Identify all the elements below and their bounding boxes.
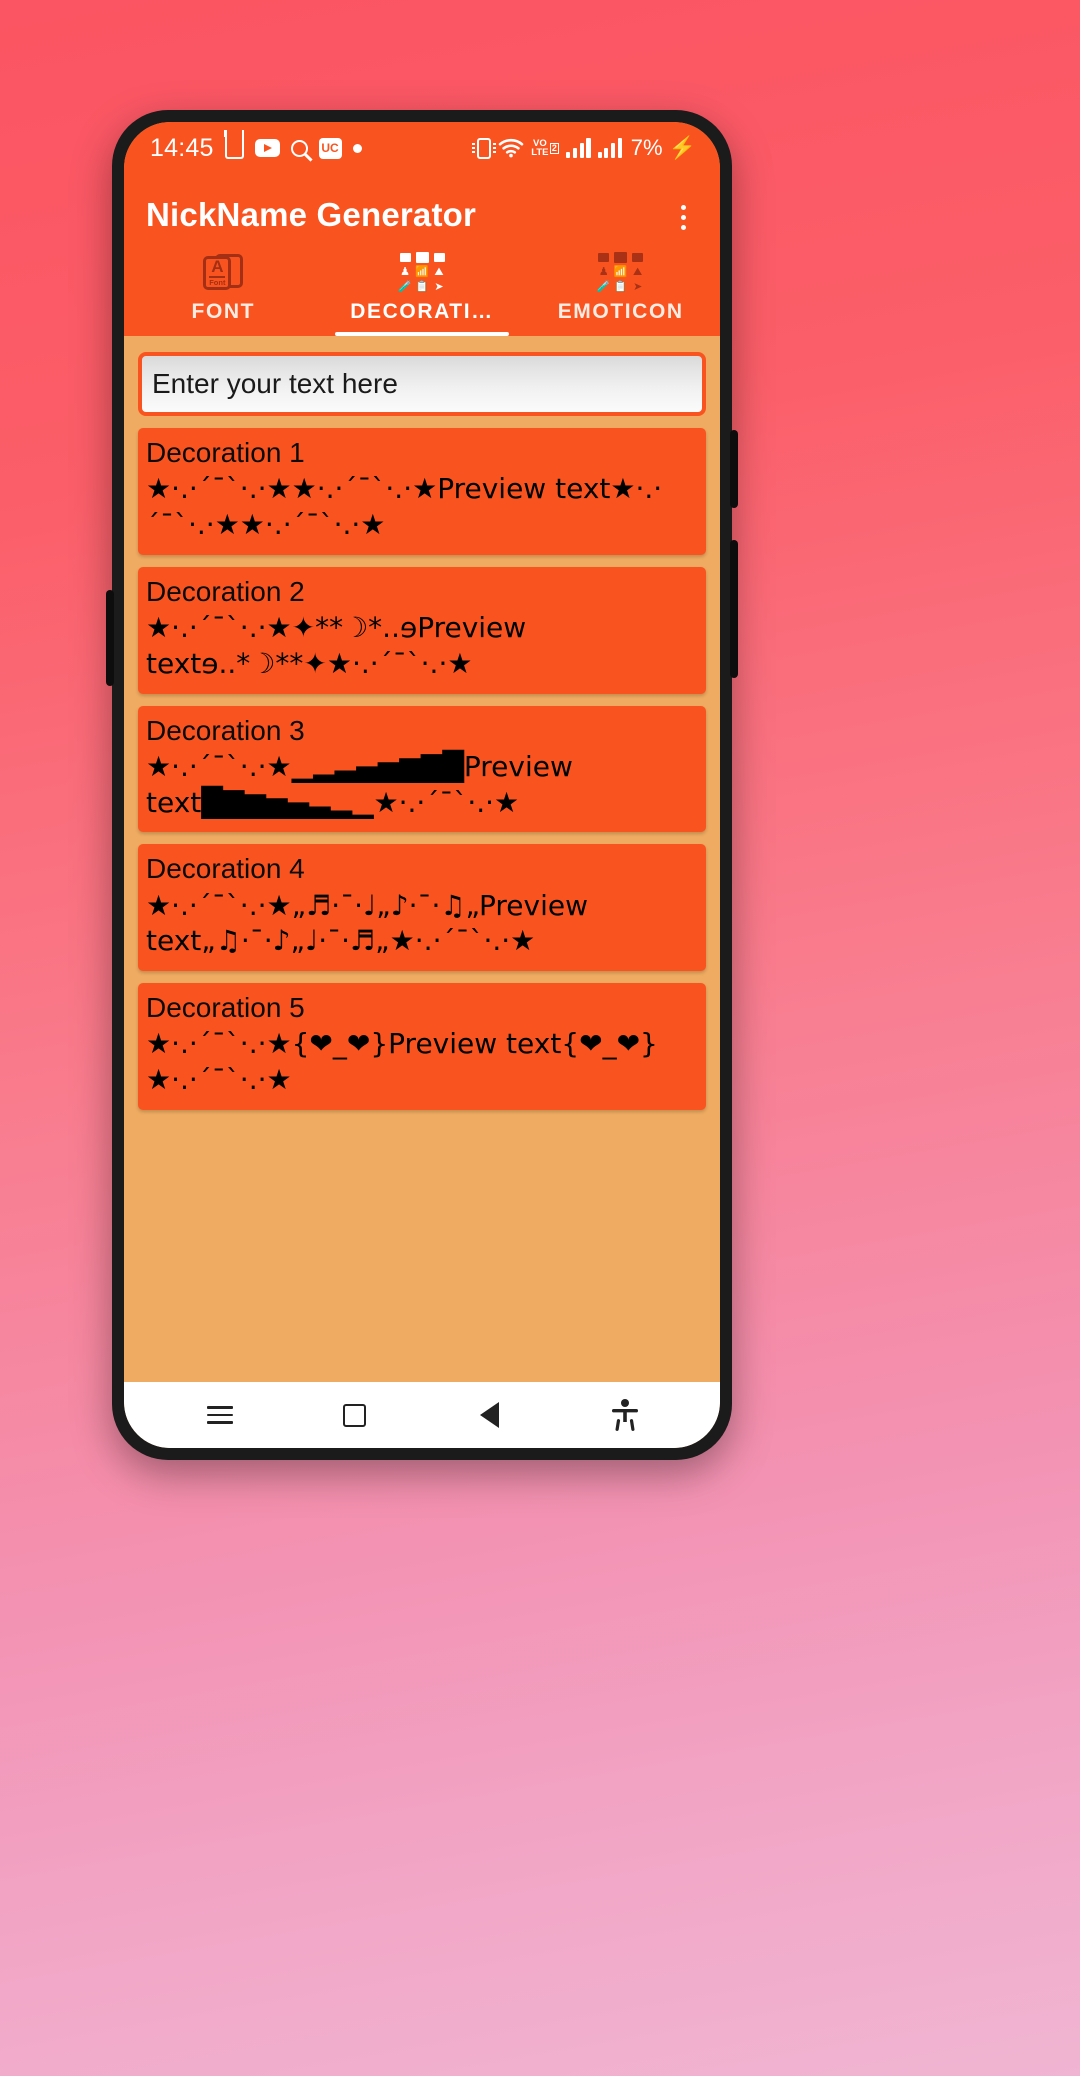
status-bar: 14:45 UC VO LTE 2 7% ⚡	[124, 122, 720, 174]
list-item[interactable]: Decoration 2 ★·.·´¯`·.·★✦**☽*..ɘPreview …	[138, 566, 706, 694]
decoration-list: Decoration 1 ★·.·´¯`·.·★★·.·´¯`·.·★Previ…	[124, 422, 720, 1111]
device-volume-button-left[interactable]	[106, 590, 114, 686]
tab-font-label: FONT	[191, 300, 256, 323]
volte-sim-number: 2	[551, 142, 557, 153]
status-bar-left-group: 14:45 UC	[150, 130, 362, 163]
search-input[interactable]	[138, 352, 706, 416]
emoticon-grid-icon: ♟ 📶 ⛰ 🧪 📋 ➤	[597, 250, 644, 294]
list-item[interactable]: Decoration 1 ★·.·´¯`·.·★★·.·´¯`·.·★Previ…	[138, 428, 706, 555]
decoration-preview: ★·.·´¯`·.·★„♬·¯·♩„♪·¯·♫„Preview text„♫·¯…	[146, 888, 588, 958]
text-input-container	[124, 336, 720, 422]
font-card-icon: A Font	[203, 250, 244, 294]
device-power-button[interactable]	[730, 430, 738, 508]
volte-bottom-label: LTE	[531, 147, 549, 158]
decoration-preview: ★·.·´¯`·.·★✦**☽*..ɘPreview textɘ..*☽**✦★…	[146, 610, 527, 680]
tab-emoticon-label: EMOTICON	[557, 300, 684, 323]
list-item[interactable]: Decoration 4 ★·.·´¯`·.·★„♬·¯·♩„♪·¯·♫„Pre…	[138, 844, 706, 972]
notification-dot-icon	[352, 143, 362, 153]
phone-device-frame: 14:45 UC VO LTE 2 7% ⚡ NickName Generato…	[106, 110, 738, 1460]
page-title: NickName Generator	[146, 196, 477, 233]
decoration-preview: ★·.·´¯`·.·★▁▂▃▄▅▆▇█Preview text█▇▆▅▄▃▂▁★…	[146, 749, 573, 819]
main-content: Decoration 1 ★·.·´¯`·.·★★·.·´¯`·.·★Previ…	[124, 336, 720, 1382]
tab-font[interactable]: A Font FONT	[124, 240, 323, 336]
device-volume-button-right[interactable]	[730, 540, 738, 678]
list-item[interactable]: Decoration 3 ★·.·´¯`·.·★▁▂▃▄▅▆▇█Preview …	[138, 705, 706, 833]
phone-bezel: 14:45 UC VO LTE 2 7% ⚡ NickName Generato…	[124, 122, 720, 1448]
uc-browser-icon: UC	[318, 137, 342, 159]
youtube-icon	[254, 139, 280, 157]
search-icon	[290, 139, 308, 157]
system-navigation-bar	[124, 1382, 720, 1448]
wifi-icon	[498, 138, 524, 158]
decoration-title: Decoration 2	[146, 575, 305, 607]
decoration-title: Decoration 1	[146, 437, 305, 468]
volte-icon: VO LTE 2	[531, 139, 560, 158]
list-item[interactable]: Decoration 5 ★·.·´¯`·.·★{❤_❤}Preview tex…	[138, 983, 706, 1111]
signal-sim2-icon	[597, 138, 622, 158]
tab-decoration[interactable]: ♟ 📶 ⛰ 🧪 📋 ➤ DECORATI…	[323, 240, 522, 336]
back-icon[interactable]	[463, 1388, 517, 1442]
accessibility-icon[interactable]	[598, 1388, 652, 1442]
volte-sim-box: 2	[549, 142, 560, 154]
signal-sim1-icon	[566, 138, 591, 158]
uc-browser-label: UC	[318, 137, 342, 159]
tab-bar: A Font FONT ♟ 📶 ⛰ 🧪 📋 ➤ DECORATI… ♟ 📶 ⛰ …	[124, 240, 720, 336]
decoration-preview: ★·.·´¯`·.·★★·.·´¯`·.·★Preview text★·.·´¯…	[146, 472, 663, 541]
recents-icon[interactable]	[193, 1388, 247, 1442]
tab-decoration-label: DECORATI…	[350, 300, 494, 323]
decoration-preview: ★·.·´¯`·.·★{❤_❤}Preview text{❤_❤}★·.·´¯`…	[146, 1027, 658, 1097]
home-icon[interactable]	[328, 1388, 382, 1442]
u-app-icon	[223, 130, 245, 159]
decoration-title: Decoration 3	[146, 714, 305, 746]
decoration-grid-icon: ♟ 📶 ⛰ 🧪 📋 ➤	[398, 250, 446, 294]
vibrate-icon	[472, 137, 497, 159]
decoration-title: Decoration 5	[146, 992, 305, 1024]
status-bar-clock: 14:45	[150, 133, 214, 162]
tab-emoticon[interactable]: ♟ 📶 ⛰ 🧪 📋 ➤ EMOTICON	[521, 240, 720, 336]
charging-bolt-icon: ⚡	[668, 135, 696, 160]
overflow-menu-icon[interactable]	[668, 200, 698, 234]
app-bar: NickName Generator	[124, 174, 720, 240]
decoration-title: Decoration 4	[146, 853, 305, 885]
phone-screen: 14:45 UC VO LTE 2 7% ⚡ NickName Generato…	[124, 122, 720, 1448]
battery-percent-label: 7%	[630, 135, 663, 160]
status-bar-right-group: VO LTE 2 7% ⚡	[472, 135, 696, 161]
